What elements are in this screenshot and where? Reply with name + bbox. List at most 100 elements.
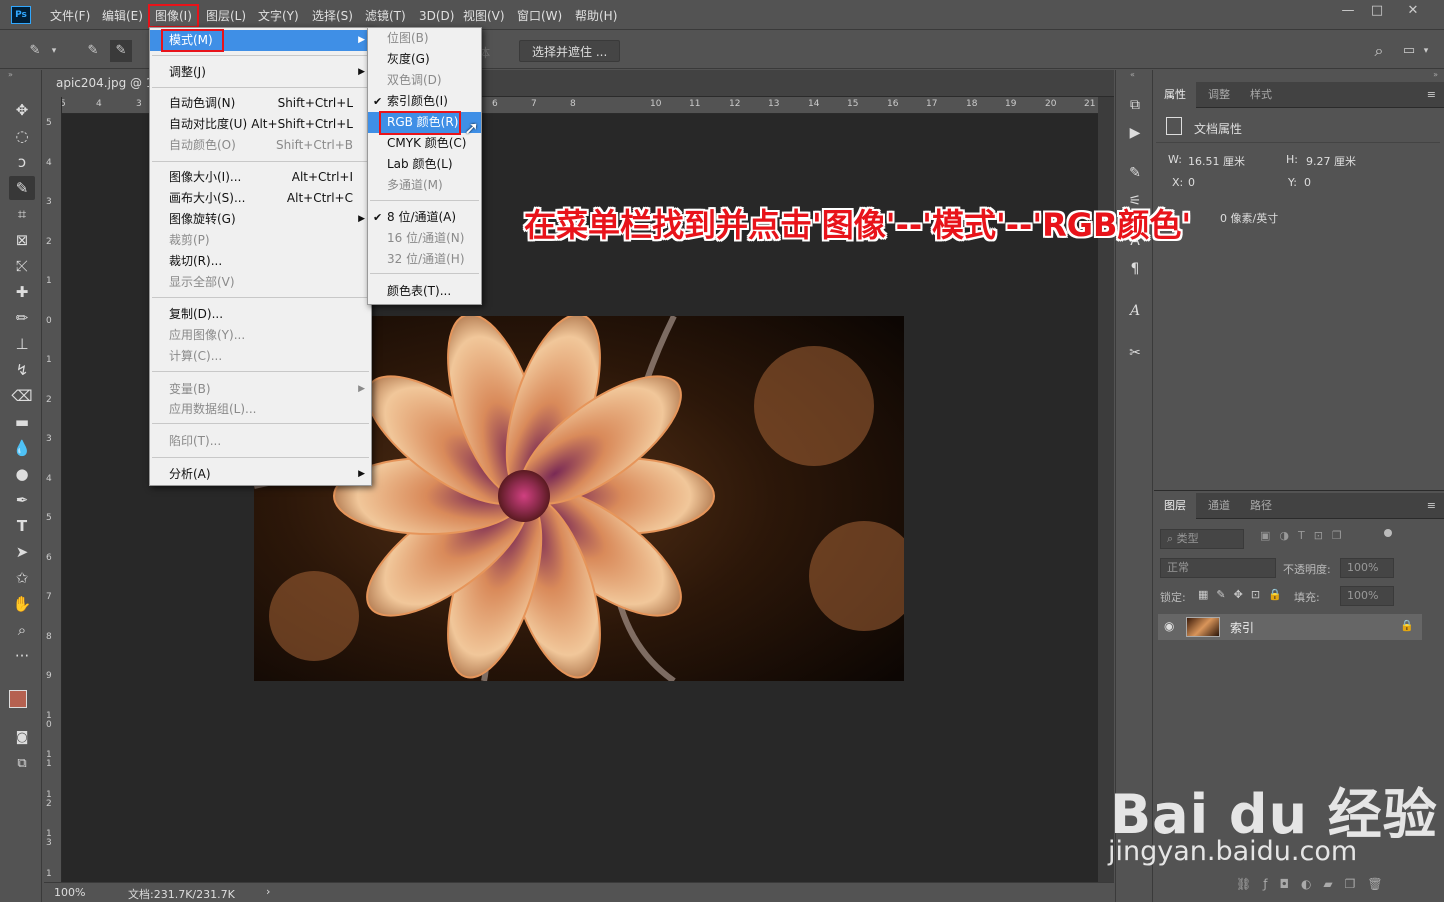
- type-tool-icon[interactable]: T: [9, 514, 35, 538]
- foreground-color-swatch[interactable]: [9, 690, 27, 708]
- mode-menu-item[interactable]: 颜色表(T)...: [368, 281, 481, 302]
- mode-menu-item[interactable]: ✔ 索引颜色(I): [368, 91, 481, 112]
- x-value[interactable]: 0: [1188, 176, 1195, 189]
- path-selection-tool-icon[interactable]: ➤: [9, 540, 35, 564]
- layer-name[interactable]: 索引: [1230, 619, 1254, 636]
- filter-toggle-icon[interactable]: [1384, 529, 1392, 537]
- eyedropper-tool-icon[interactable]: ⤪: [9, 254, 35, 278]
- image-menu-item[interactable]: 画布大小(S)... Alt+Ctrl+C: [150, 188, 371, 209]
- image-menu-item[interactable]: 调整(J) ▶: [150, 62, 371, 83]
- quick-mask-icon[interactable]: ◙: [9, 726, 35, 750]
- workspace-chevron-icon[interactable]: ▾: [1420, 40, 1432, 62]
- glyphs-panel-icon[interactable]: A: [1124, 300, 1146, 322]
- history-panel-icon[interactable]: ⧉: [1124, 94, 1146, 116]
- brush-settings-icon[interactable]: ✎: [1124, 162, 1146, 184]
- tab-styles[interactable]: 样式: [1240, 82, 1282, 108]
- tab-paths[interactable]: 路径: [1240, 493, 1282, 519]
- menu-item-shortcut: Shift+Ctrl+B: [276, 138, 353, 152]
- layer-row[interactable]: ◉ 索引 🔒: [1158, 614, 1422, 640]
- restore-button[interactable]: □: [1362, 2, 1392, 20]
- chevron-down-icon[interactable]: ▾: [48, 40, 60, 62]
- menu-help[interactable]: 帮助(H): [570, 6, 622, 26]
- opacity-input[interactable]: 100%: [1340, 558, 1394, 578]
- minimize-button[interactable]: —: [1333, 2, 1363, 20]
- image-menu-item[interactable]: 自动色调(N) Shift+Ctrl+L: [150, 93, 371, 114]
- tab-properties[interactable]: 属性: [1154, 82, 1196, 108]
- quick-select-tool-preset-icon[interactable]: ✎: [24, 40, 46, 62]
- zoom-level[interactable]: 100%: [54, 886, 85, 899]
- workspace-icon[interactable]: ▭: [1398, 40, 1420, 62]
- collapse-dock-icon[interactable]: «: [1130, 70, 1135, 79]
- expand-panels-icon[interactable]: »: [1433, 70, 1438, 79]
- menu-type[interactable]: 文字(Y): [253, 6, 304, 26]
- tab-adjustments[interactable]: 调整: [1198, 82, 1240, 108]
- layer-filter-select[interactable]: ⌕ 类型: [1160, 529, 1244, 549]
- tool-presets-icon[interactable]: ✂: [1124, 342, 1146, 364]
- menu-layer[interactable]: 图层(L): [201, 6, 251, 26]
- layers-menu-icon[interactable]: ≡: [1427, 499, 1436, 512]
- zoom-tool-icon[interactable]: ⌕: [9, 618, 35, 642]
- eraser-tool-icon[interactable]: ⌫: [9, 384, 35, 408]
- crop-tool-icon[interactable]: ⌗: [9, 202, 35, 226]
- layer-actions-bar[interactable]: ⛓ƒ◘◐▰❐🗑: [1236, 877, 1395, 891]
- eye-icon[interactable]: ◉: [1164, 619, 1174, 633]
- panel-menu-icon[interactable]: ≡: [1427, 88, 1436, 101]
- screen-mode-icon[interactable]: ⧉: [9, 752, 35, 776]
- fill-input[interactable]: 100%: [1340, 586, 1394, 606]
- menu-window[interactable]: 窗口(W): [512, 6, 567, 26]
- blend-mode-select[interactable]: 正常: [1160, 558, 1276, 578]
- gradient-tool-icon[interactable]: ▬: [9, 410, 35, 434]
- mode-menu-item[interactable]: Lab 颜色(L): [368, 154, 481, 175]
- marquee-tool-icon[interactable]: ◌: [9, 124, 35, 148]
- lasso-tool-icon[interactable]: ↄ: [9, 150, 35, 174]
- menu-item-label: 多通道(M): [387, 178, 443, 192]
- paragraph-panel-icon[interactable]: ¶: [1124, 258, 1146, 280]
- menu-item-label: 陷印(T)...: [169, 434, 222, 448]
- menu-edit[interactable]: 编辑(E): [97, 6, 148, 26]
- more-tools-icon[interactable]: ···: [9, 644, 35, 668]
- history-brush-tool-icon[interactable]: ↯: [9, 358, 35, 382]
- tab-layers[interactable]: 图层: [1154, 493, 1196, 519]
- add-to-selection-icon[interactable]: ✎: [110, 40, 132, 62]
- image-menu-item[interactable]: 自动对比度(U) Alt+Shift+Ctrl+L: [150, 114, 371, 135]
- frame-tool-icon[interactable]: ⊠: [9, 228, 35, 252]
- menu-3d[interactable]: 3D(D): [414, 6, 459, 26]
- tab-channels[interactable]: 通道: [1198, 493, 1240, 519]
- image-menu-item[interactable]: 复制(D)...: [150, 304, 371, 325]
- image-menu-item[interactable]: 分析(A) ▶: [150, 464, 371, 485]
- move-tool-icon[interactable]: ✥: [9, 98, 35, 122]
- menu-file[interactable]: 文件(F): [45, 6, 95, 26]
- brush-tool-icon[interactable]: ✏: [9, 306, 35, 330]
- status-arrow-icon[interactable]: ›: [266, 885, 270, 898]
- menu-filter[interactable]: 滤镜(T): [360, 6, 411, 26]
- pen-tool-icon[interactable]: ✒: [9, 488, 35, 512]
- healing-brush-tool-icon[interactable]: ✚: [9, 280, 35, 304]
- layer-filter-icons[interactable]: ▣◑T⊡❐: [1260, 529, 1351, 542]
- hand-tool-icon[interactable]: ✋: [9, 592, 35, 616]
- mode-menu-item[interactable]: ✔ 8 位/通道(A): [368, 207, 481, 228]
- menu-select[interactable]: 选择(S): [307, 6, 358, 26]
- collapse-arrows-icon[interactable]: »: [8, 70, 13, 79]
- menu-view[interactable]: 视图(V): [458, 6, 510, 26]
- ruler-tick: 10: [650, 99, 662, 109]
- select-and-mask-button[interactable]: 选择并遮住 ...: [519, 40, 621, 62]
- blur-tool-icon[interactable]: 💧: [9, 436, 35, 460]
- mode-menu-item[interactable]: 灰度(G): [368, 49, 481, 70]
- search-icon[interactable]: ⌕: [1368, 40, 1390, 62]
- menu-image[interactable]: 图像(I): [148, 4, 199, 28]
- image-menu-item[interactable]: 图像大小(I)... Alt+Ctrl+I: [150, 167, 371, 188]
- shape-tool-icon[interactable]: ✩: [9, 566, 35, 590]
- close-button[interactable]: ✕: [1398, 2, 1428, 20]
- lock-icons[interactable]: ▦✎✥⊡🔒: [1198, 588, 1290, 601]
- image-menu-item[interactable]: 图像旋转(G) ▶: [150, 209, 371, 230]
- y-value[interactable]: 0: [1304, 176, 1311, 189]
- image-menu-item[interactable]: 裁切(R)...: [150, 251, 371, 272]
- submenu-arrow-icon: ▶: [358, 384, 365, 394]
- actions-panel-icon[interactable]: ▶: [1124, 122, 1146, 144]
- clone-stamp-tool-icon[interactable]: ⊥: [9, 332, 35, 356]
- new-selection-icon[interactable]: ✎: [82, 40, 104, 62]
- quick-selection-tool-icon[interactable]: ✎: [9, 176, 35, 200]
- height-value[interactable]: 9.27 厘米: [1306, 153, 1356, 169]
- width-value[interactable]: 16.51 厘米: [1188, 153, 1245, 169]
- dodge-tool-icon[interactable]: ●: [9, 462, 35, 486]
